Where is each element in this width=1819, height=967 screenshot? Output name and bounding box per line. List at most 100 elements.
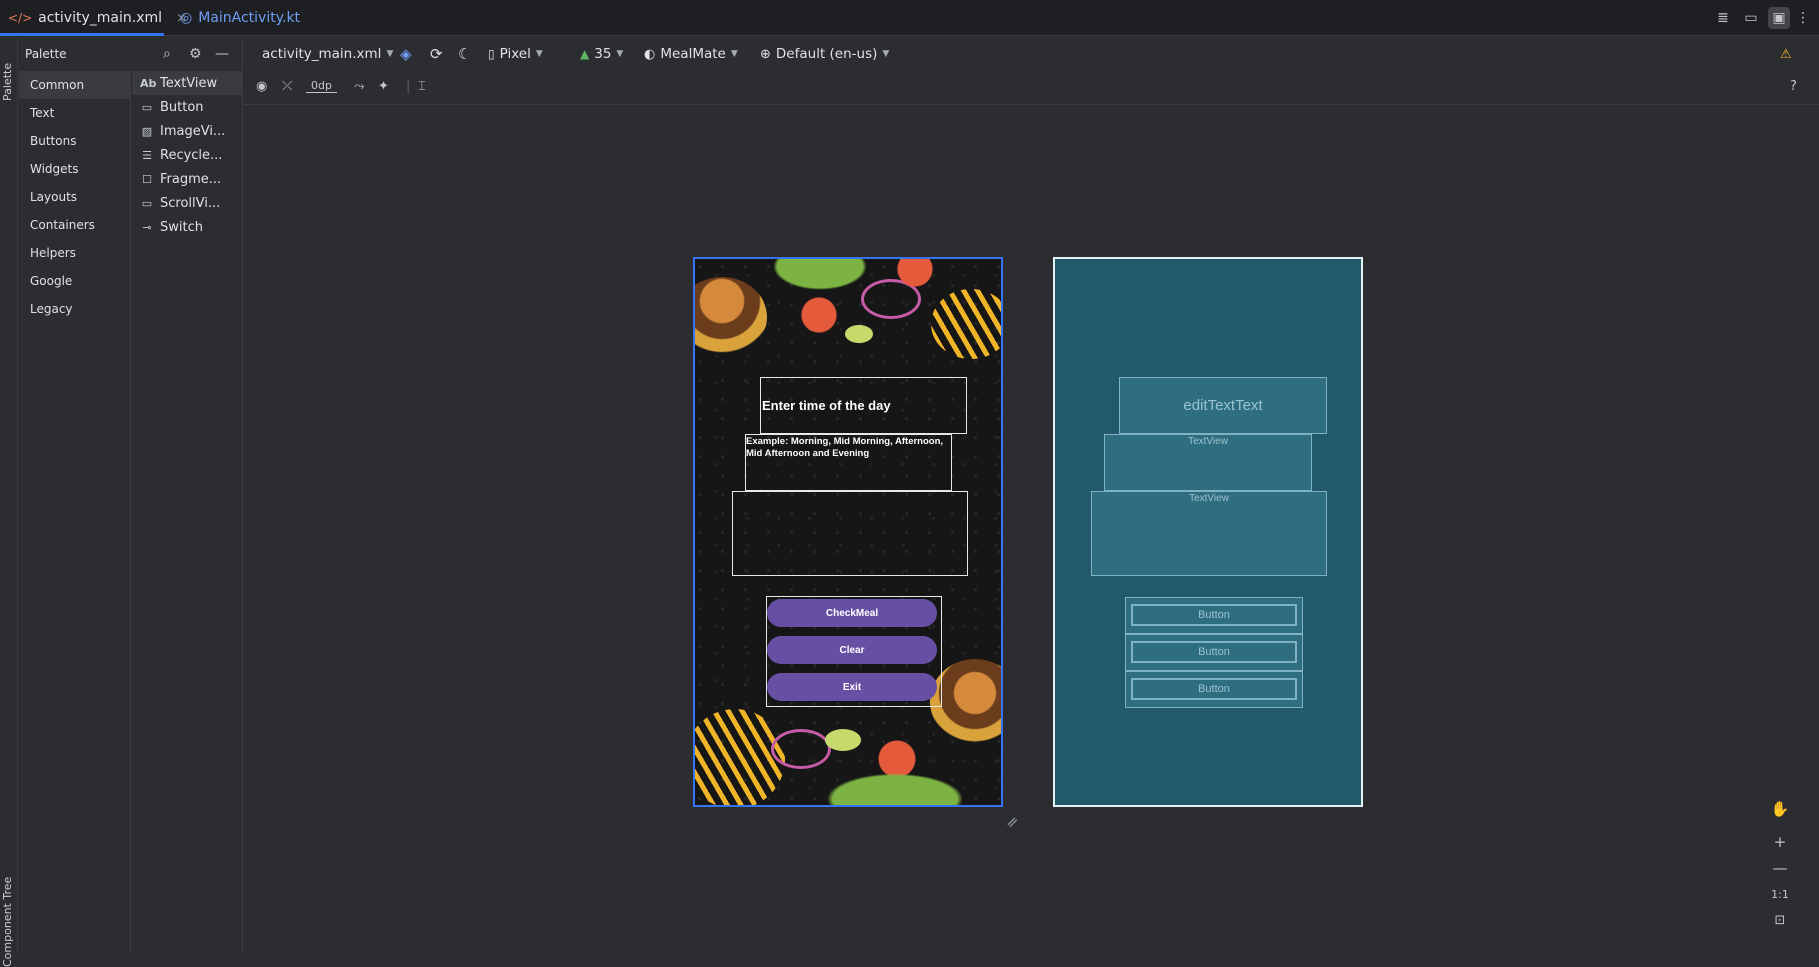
category-text[interactable]: Text bbox=[19, 99, 130, 127]
palette-strip-label[interactable]: Palette bbox=[1, 63, 14, 101]
onion-image bbox=[771, 729, 831, 769]
component-label: ScrollVi... bbox=[160, 195, 221, 211]
component-label: TextView bbox=[160, 75, 218, 91]
split-view-icon[interactable]: ▭ bbox=[1740, 7, 1762, 29]
blueprint-button[interactable]: Button bbox=[1131, 678, 1297, 700]
blueprint-button[interactable]: Button bbox=[1131, 604, 1297, 626]
blueprint-edittext[interactable]: editTextText bbox=[1119, 377, 1327, 434]
category-buttons[interactable]: Buttons bbox=[19, 127, 130, 155]
category-containers[interactable]: Containers bbox=[19, 211, 130, 239]
component-fragment[interactable]: ☐ Fragme... bbox=[132, 167, 243, 191]
blueprint-button[interactable]: Button bbox=[1131, 641, 1297, 663]
orientation-icon[interactable]: ⟳ bbox=[430, 37, 443, 71]
textview-icon: Ab bbox=[140, 76, 157, 90]
exit-button[interactable]: Exit bbox=[767, 673, 937, 701]
pan-hand-icon[interactable]: ✋ bbox=[1765, 796, 1795, 822]
fries-image bbox=[931, 289, 1001, 359]
design-tools-toolbar: ◉ ⤫ 0dp ⤳ ✦ | ⌶ ? bbox=[244, 71, 1819, 105]
device-label: Pixel bbox=[499, 46, 531, 62]
design-surface-icon[interactable]: ◈ bbox=[400, 37, 412, 71]
clear-constraints-icon[interactable]: ⤳ bbox=[354, 79, 364, 94]
palette-panel: Palette ⌕ ⚙ — Common Text Buttons Widget… bbox=[19, 37, 243, 955]
component-button[interactable]: ▭ Button bbox=[132, 95, 243, 119]
blueprint-textview[interactable]: TextView bbox=[1104, 434, 1312, 491]
category-layouts[interactable]: Layouts bbox=[19, 183, 130, 211]
list-icon: ☰ bbox=[142, 148, 152, 162]
tomato-image bbox=[799, 295, 839, 335]
palette-title: Palette bbox=[25, 47, 67, 61]
category-widgets[interactable]: Widgets bbox=[19, 155, 130, 183]
night-mode-icon[interactable]: ☾ bbox=[458, 37, 471, 71]
blueprint-preview[interactable]: editTextText TextView TextView Button Bu… bbox=[1053, 257, 1363, 807]
blueprint-textview[interactable]: TextView bbox=[1091, 491, 1327, 576]
default-margin-field[interactable]: 0dp bbox=[306, 79, 337, 93]
locale-label: Default (en-us) bbox=[775, 46, 878, 62]
component-textview[interactable]: Ab TextView bbox=[132, 71, 243, 95]
gear-icon[interactable]: ⚙ bbox=[189, 46, 202, 62]
category-common[interactable]: Common bbox=[19, 71, 130, 99]
api-level-label: 35 bbox=[594, 46, 612, 62]
design-view-icon[interactable]: ▣ bbox=[1768, 7, 1790, 29]
tab-activity-main-xml[interactable]: </> activity_main.xml × bbox=[0, 0, 187, 36]
button-icon: ▭ bbox=[141, 100, 153, 114]
device-dropdown[interactable]: ▯ Pixel ▼ bbox=[488, 37, 543, 71]
theme-dropdown[interactable]: ◐ MealMate ▼ bbox=[644, 37, 738, 71]
design-preview[interactable]: Enter time of the day Example: Morning, … bbox=[693, 257, 1003, 807]
chevron-down-icon: ▼ bbox=[535, 49, 543, 59]
chevron-down-icon: ▼ bbox=[616, 49, 624, 59]
android-icon: ▲ bbox=[580, 47, 590, 61]
component-imageview[interactable]: ▨ ImageVi... bbox=[132, 119, 243, 143]
switch-icon: ⊸ bbox=[142, 220, 152, 234]
minimize-icon[interactable]: — bbox=[215, 46, 229, 62]
layout-editor-toolbar: activity_main.xml ▼ ◈ ⟳ ☾ ▯ Pixel ▼ ▲ 35… bbox=[244, 37, 1819, 71]
result-textview[interactable] bbox=[732, 491, 968, 576]
zoom-out-button[interactable]: — bbox=[1765, 855, 1795, 881]
component-label: Fragme... bbox=[160, 171, 222, 187]
kotlin-class-icon: ◎ bbox=[180, 10, 193, 26]
category-legacy[interactable]: Legacy bbox=[19, 295, 130, 323]
checkmeal-button[interactable]: CheckMeal bbox=[767, 599, 937, 627]
view-options-icon[interactable]: ◉ bbox=[256, 79, 267, 94]
tab-main-activity-kt[interactable]: ◎ MainActivity.kt bbox=[172, 0, 302, 36]
zoom-in-button[interactable]: + bbox=[1765, 829, 1795, 855]
separator: | bbox=[406, 79, 411, 94]
pickle-image bbox=[845, 325, 873, 343]
file-dropdown-label: activity_main.xml bbox=[262, 46, 382, 62]
design-canvas[interactable] bbox=[244, 106, 1819, 955]
guidelines-icon[interactable]: ⌶ bbox=[418, 79, 426, 94]
help-icon[interactable]: ? bbox=[1790, 79, 1797, 94]
clear-button[interactable]: Clear bbox=[767, 636, 937, 664]
example-text: Example: Morning, Mid Morning, Afternoon… bbox=[746, 436, 944, 459]
component-switch[interactable]: ⊸ Switch bbox=[132, 215, 243, 239]
globe-icon: ⊕ bbox=[760, 46, 771, 62]
infer-constraints-icon[interactable]: ✦ bbox=[378, 79, 389, 94]
phone-icon: ▯ bbox=[488, 47, 495, 61]
example-textview[interactable]: Example: Morning, Mid Morning, Afternoon… bbox=[745, 434, 952, 491]
component-label: Recycle... bbox=[160, 147, 223, 163]
search-icon[interactable]: ⌕ bbox=[163, 46, 171, 62]
theme-label: MealMate bbox=[660, 46, 726, 62]
locale-dropdown[interactable]: ⊕ Default (en-us) ▼ bbox=[760, 37, 889, 71]
component-recyclerview[interactable]: ☰ Recycle... bbox=[132, 143, 243, 167]
title-textview[interactable]: Enter time of the day bbox=[760, 377, 967, 434]
api-level-dropdown[interactable]: ▲ 35 ▼ bbox=[580, 37, 623, 71]
component-tree-strip-label[interactable]: Component Tree bbox=[1, 877, 14, 967]
fragment-icon: ☐ bbox=[142, 172, 152, 186]
autoconnect-icon[interactable]: ⤫ bbox=[282, 79, 292, 94]
more-options-icon[interactable]: ⋮ bbox=[1796, 7, 1810, 29]
zoom-to-fit-icon[interactable]: ⊡ bbox=[1765, 907, 1795, 933]
chevron-down-icon: ▼ bbox=[386, 49, 394, 59]
component-label: ImageVi... bbox=[160, 123, 226, 139]
zoom-1-to-1-button[interactable]: 1:1 bbox=[1765, 881, 1795, 907]
component-label: Button bbox=[160, 99, 204, 115]
palette-header: Palette ⌕ ⚙ — bbox=[19, 37, 243, 71]
palette-components: Ab TextView ▭ Button ▨ ImageVi... ☰ Recy… bbox=[132, 71, 243, 239]
editor-tab-bar: </> activity_main.xml × ◎ MainActivity.k… bbox=[0, 0, 1819, 36]
tab-label: activity_main.xml bbox=[38, 10, 163, 26]
file-dropdown[interactable]: activity_main.xml ▼ bbox=[262, 37, 393, 71]
code-view-icon[interactable]: ≣ bbox=[1712, 7, 1734, 29]
component-scrollview[interactable]: ▭ ScrollVi... bbox=[132, 191, 243, 215]
category-helpers[interactable]: Helpers bbox=[19, 239, 130, 267]
category-google[interactable]: Google bbox=[19, 267, 130, 295]
warning-icon[interactable]: ⚠ bbox=[1780, 37, 1792, 71]
